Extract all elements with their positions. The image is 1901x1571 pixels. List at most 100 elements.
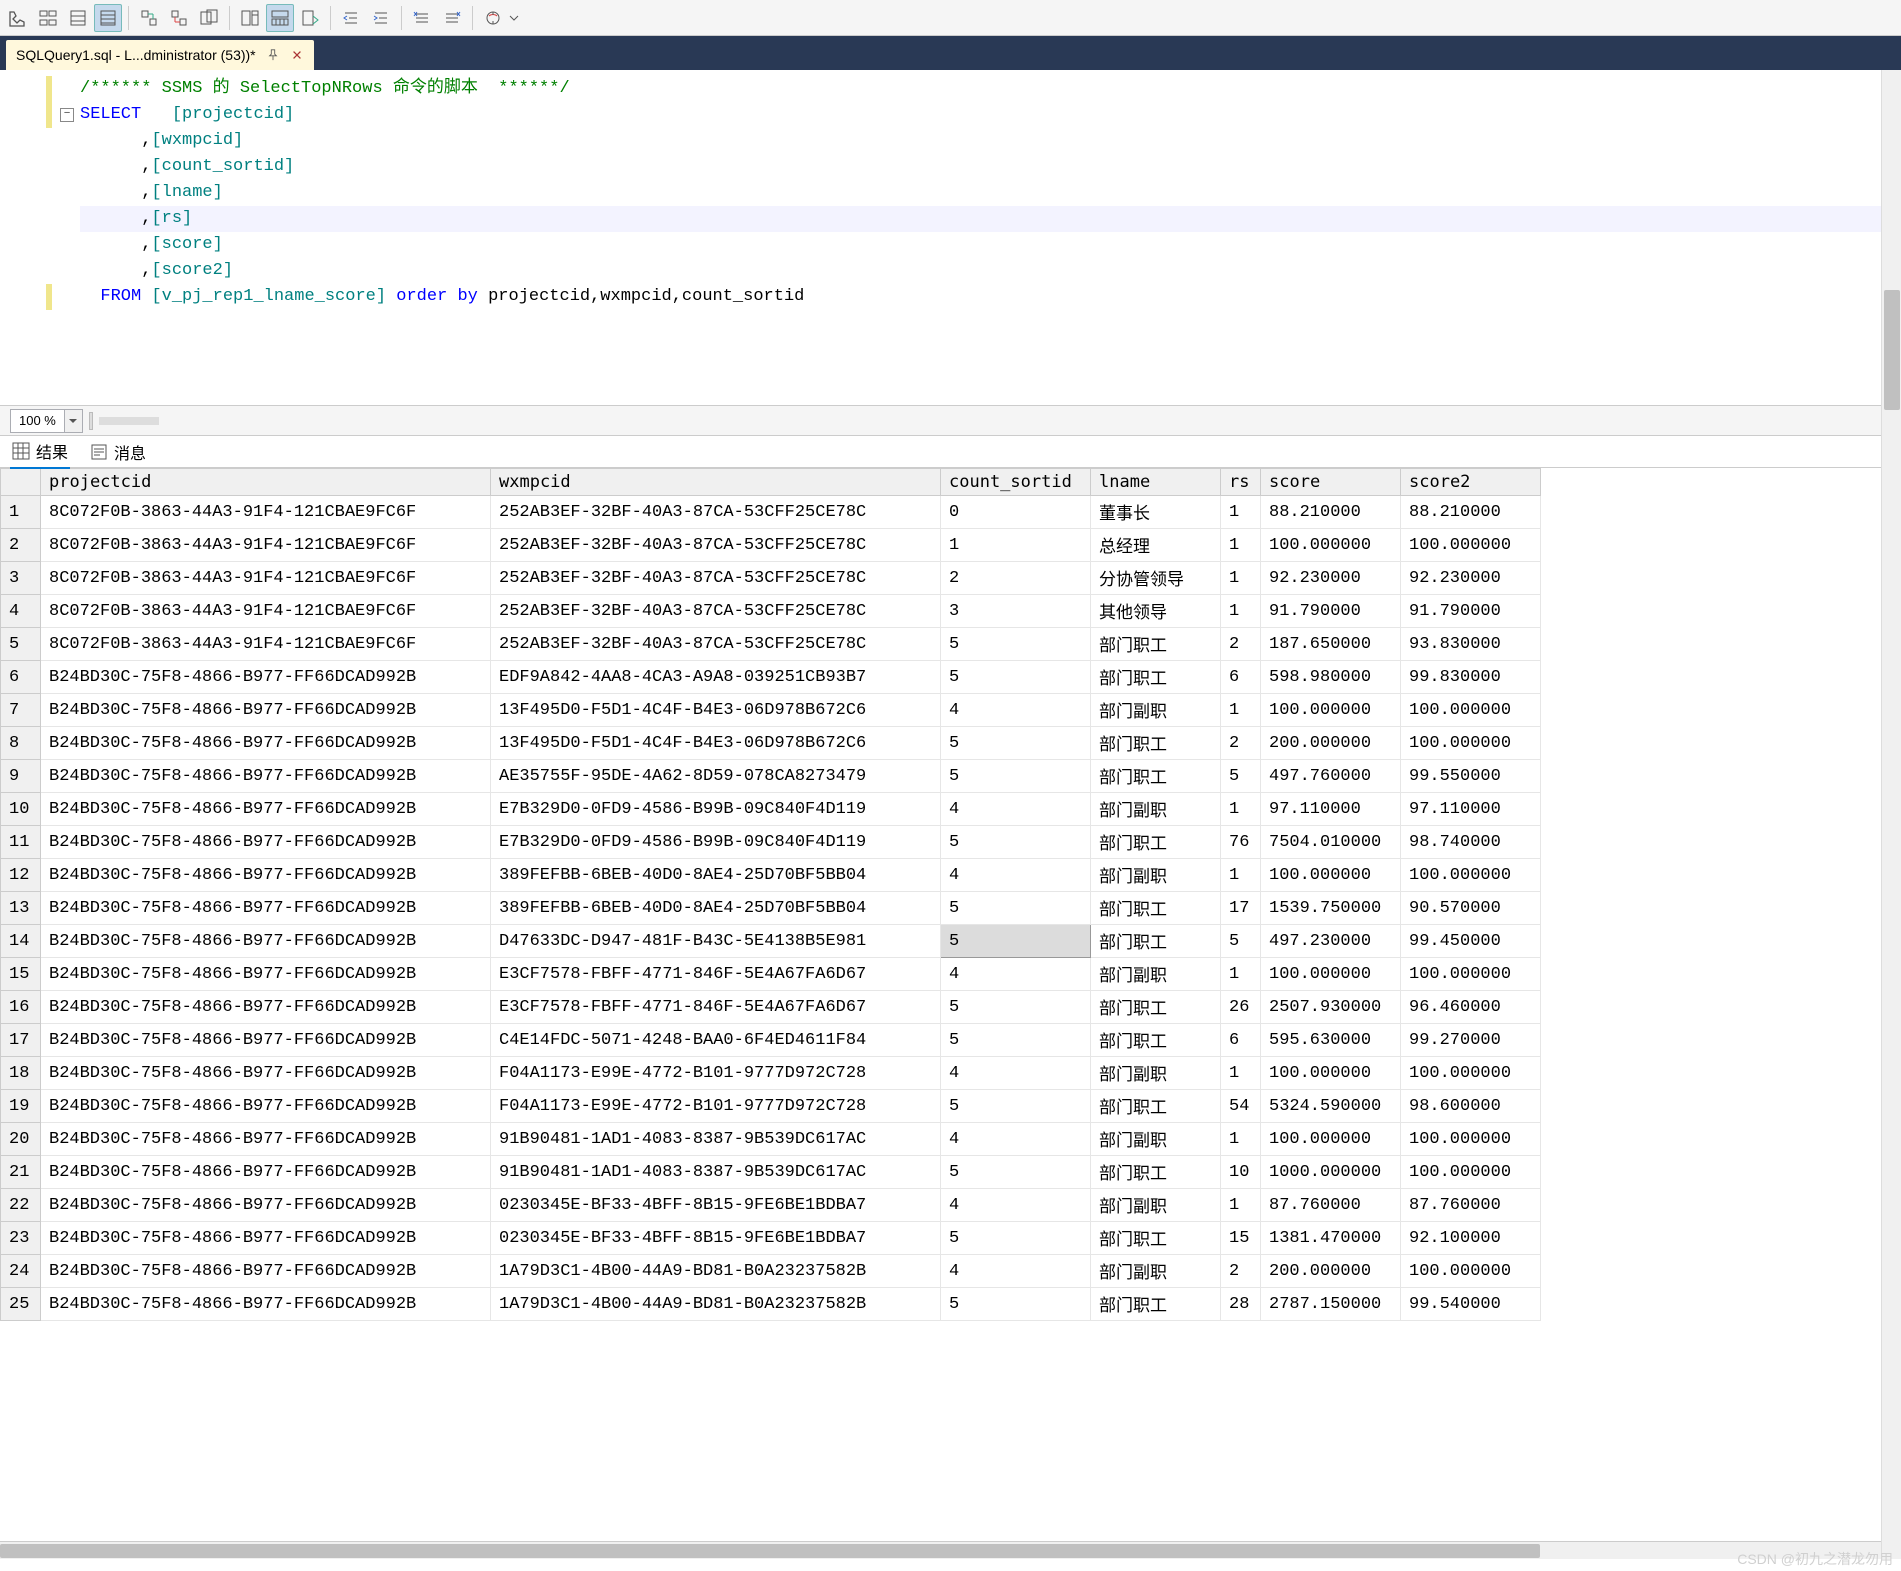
cell[interactable]: 1381.470000 bbox=[1261, 1222, 1401, 1255]
cell[interactable]: 389FEFBB-6BEB-40D0-8AE4-25D70BF5BB04 bbox=[491, 892, 941, 925]
table-row[interactable]: 24B24BD30C-75F8-4866-B977-FF66DCAD992B1A… bbox=[1, 1255, 1541, 1288]
row-number[interactable]: 16 bbox=[1, 991, 41, 1024]
table-row[interactable]: 7B24BD30C-75F8-4866-B977-FF66DCAD992B13F… bbox=[1, 694, 1541, 727]
cell[interactable]: 26 bbox=[1221, 991, 1261, 1024]
row-number[interactable]: 4 bbox=[1, 595, 41, 628]
cell[interactable]: 100.000000 bbox=[1261, 1123, 1401, 1156]
close-icon[interactable] bbox=[290, 48, 304, 62]
cell[interactable]: 96.460000 bbox=[1401, 991, 1541, 1024]
cell[interactable]: 97.110000 bbox=[1261, 793, 1401, 826]
cell[interactable]: 98.740000 bbox=[1401, 826, 1541, 859]
table-row[interactable]: 12B24BD30C-75F8-4866-B977-FF66DCAD992B38… bbox=[1, 859, 1541, 892]
cell[interactable]: 部门职工 bbox=[1091, 892, 1221, 925]
cell[interactable]: 99.450000 bbox=[1401, 925, 1541, 958]
cell[interactable]: 98.600000 bbox=[1401, 1090, 1541, 1123]
table-row[interactable]: 11B24BD30C-75F8-4866-B977-FF66DCAD992BE7… bbox=[1, 826, 1541, 859]
cell[interactable]: B24BD30C-75F8-4866-B977-FF66DCAD992B bbox=[41, 1123, 491, 1156]
cell[interactable]: B24BD30C-75F8-4866-B977-FF66DCAD992B bbox=[41, 1222, 491, 1255]
cell[interactable]: 5 bbox=[941, 1024, 1091, 1057]
cell[interactable]: 0230345E-BF33-4BFF-8B15-9FE6BE1BDBA7 bbox=[491, 1222, 941, 1255]
zoom-combo[interactable]: 100 % bbox=[10, 409, 83, 433]
cell[interactable]: B24BD30C-75F8-4866-B977-FF66DCAD992B bbox=[41, 925, 491, 958]
cell[interactable]: 部门职工 bbox=[1091, 826, 1221, 859]
toolbar-btn-3[interactable] bbox=[64, 4, 92, 32]
cell[interactable]: 13F495D0-F5D1-4C4F-B4E3-06D978B672C6 bbox=[491, 694, 941, 727]
cell[interactable]: B24BD30C-75F8-4866-B977-FF66DCAD992B bbox=[41, 826, 491, 859]
cell[interactable]: 1000.000000 bbox=[1261, 1156, 1401, 1189]
cell[interactable]: B24BD30C-75F8-4866-B977-FF66DCAD992B bbox=[41, 1057, 491, 1090]
row-number[interactable]: 1 bbox=[1, 496, 41, 529]
cell[interactable]: 100.000000 bbox=[1261, 529, 1401, 562]
cell[interactable]: 100.000000 bbox=[1261, 859, 1401, 892]
cell[interactable]: 部门副职 bbox=[1091, 1255, 1221, 1288]
cell[interactable]: 0 bbox=[941, 496, 1091, 529]
table-row[interactable]: 48C072F0B-3863-44A3-91F4-121CBAE9FC6F252… bbox=[1, 595, 1541, 628]
cell[interactable]: D47633DC-D947-481F-B43C-5E4138B5E981 bbox=[491, 925, 941, 958]
cell[interactable]: 10 bbox=[1221, 1156, 1261, 1189]
cell[interactable]: 5 bbox=[1221, 925, 1261, 958]
cell[interactable]: B24BD30C-75F8-4866-B977-FF66DCAD992B bbox=[41, 760, 491, 793]
cell[interactable]: E3CF7578-FBFF-4771-846F-5E4A67FA6D67 bbox=[491, 991, 941, 1024]
cell[interactable]: 总经理 bbox=[1091, 529, 1221, 562]
row-number[interactable]: 9 bbox=[1, 760, 41, 793]
cell[interactable]: 1 bbox=[941, 529, 1091, 562]
tab-file[interactable]: SQLQuery1.sql - L...dministrator (53))* bbox=[6, 40, 314, 70]
cell[interactable]: 100.000000 bbox=[1401, 1156, 1541, 1189]
cell[interactable]: 17 bbox=[1221, 892, 1261, 925]
table-row[interactable]: 14B24BD30C-75F8-4866-B977-FF66DCAD992BD4… bbox=[1, 925, 1541, 958]
column-header[interactable]: wxmpcid bbox=[491, 469, 941, 496]
row-number[interactable]: 7 bbox=[1, 694, 41, 727]
cell[interactable]: 88.210000 bbox=[1261, 496, 1401, 529]
cell[interactable]: 92.230000 bbox=[1261, 562, 1401, 595]
row-number[interactable]: 21 bbox=[1, 1156, 41, 1189]
table-row[interactable]: 19B24BD30C-75F8-4866-B977-FF66DCAD992BF0… bbox=[1, 1090, 1541, 1123]
cell[interactable]: 5324.590000 bbox=[1261, 1090, 1401, 1123]
cell[interactable]: 13F495D0-F5D1-4C4F-B4E3-06D978B672C6 bbox=[491, 727, 941, 760]
cell[interactable]: 部门职工 bbox=[1091, 760, 1221, 793]
cell[interactable]: 4 bbox=[941, 694, 1091, 727]
cell[interactable]: B24BD30C-75F8-4866-B977-FF66DCAD992B bbox=[41, 1189, 491, 1222]
cell[interactable]: 5 bbox=[941, 1222, 1091, 1255]
table-row[interactable]: 23B24BD30C-75F8-4866-B977-FF66DCAD992B02… bbox=[1, 1222, 1541, 1255]
cell[interactable]: 部门副职 bbox=[1091, 1189, 1221, 1222]
cell[interactable]: 100.000000 bbox=[1261, 694, 1401, 727]
cell[interactable]: 5 bbox=[941, 991, 1091, 1024]
cell[interactable]: 8C072F0B-3863-44A3-91F4-121CBAE9FC6F bbox=[41, 628, 491, 661]
cell[interactable]: 1A79D3C1-4B00-44A9-BD81-B0A23237582B bbox=[491, 1255, 941, 1288]
toolbar-btn-2[interactable] bbox=[34, 4, 62, 32]
cell[interactable]: 部门副职 bbox=[1091, 1123, 1221, 1156]
cell[interactable]: 5 bbox=[941, 1288, 1091, 1321]
cell[interactable]: 4 bbox=[941, 859, 1091, 892]
table-row[interactable]: 25B24BD30C-75F8-4866-B977-FF66DCAD992B1A… bbox=[1, 1288, 1541, 1321]
cell[interactable]: 分协管领导 bbox=[1091, 562, 1221, 595]
toolbar-btn-7[interactable] bbox=[195, 4, 223, 32]
cell[interactable]: 部门副职 bbox=[1091, 793, 1221, 826]
cell[interactable]: 252AB3EF-32BF-40A3-87CA-53CFF25CE78C bbox=[491, 529, 941, 562]
cell[interactable]: 2 bbox=[1221, 628, 1261, 661]
row-number[interactable]: 6 bbox=[1, 661, 41, 694]
cell[interactable]: 1 bbox=[1221, 1189, 1261, 1222]
cell[interactable]: 部门职工 bbox=[1091, 1090, 1221, 1123]
table-row[interactable]: 17B24BD30C-75F8-4866-B977-FF66DCAD992BC4… bbox=[1, 1024, 1541, 1057]
cell[interactable]: 1 bbox=[1221, 1057, 1261, 1090]
cell[interactable]: 8C072F0B-3863-44A3-91F4-121CBAE9FC6F bbox=[41, 595, 491, 628]
cell[interactable]: 部门副职 bbox=[1091, 694, 1221, 727]
toolbar-btn-9[interactable] bbox=[266, 4, 294, 32]
table-row[interactable]: 9B24BD30C-75F8-4866-B977-FF66DCAD992BAE3… bbox=[1, 760, 1541, 793]
cell[interactable]: 4 bbox=[941, 1189, 1091, 1222]
cell[interactable]: 100.000000 bbox=[1261, 958, 1401, 991]
cell[interactable]: 部门副职 bbox=[1091, 958, 1221, 991]
cell[interactable]: 15 bbox=[1221, 1222, 1261, 1255]
cell[interactable]: 100.000000 bbox=[1261, 1057, 1401, 1090]
cell[interactable]: 1 bbox=[1221, 1123, 1261, 1156]
column-header[interactable]: score2 bbox=[1401, 469, 1541, 496]
table-row[interactable]: 20B24BD30C-75F8-4866-B977-FF66DCAD992B91… bbox=[1, 1123, 1541, 1156]
cell[interactable]: 497.230000 bbox=[1261, 925, 1401, 958]
column-header[interactable]: projectcid bbox=[41, 469, 491, 496]
cell[interactable]: 董事长 bbox=[1091, 496, 1221, 529]
cell[interactable]: EDF9A842-4AA8-4CA3-A9A8-039251CB93B7 bbox=[491, 661, 941, 694]
cell[interactable]: E3CF7578-FBFF-4771-846F-5E4A67FA6D67 bbox=[491, 958, 941, 991]
cell[interactable]: 部门职工 bbox=[1091, 1222, 1221, 1255]
collapse-icon[interactable]: − bbox=[60, 108, 74, 122]
toolbar-indent-in[interactable] bbox=[367, 4, 395, 32]
